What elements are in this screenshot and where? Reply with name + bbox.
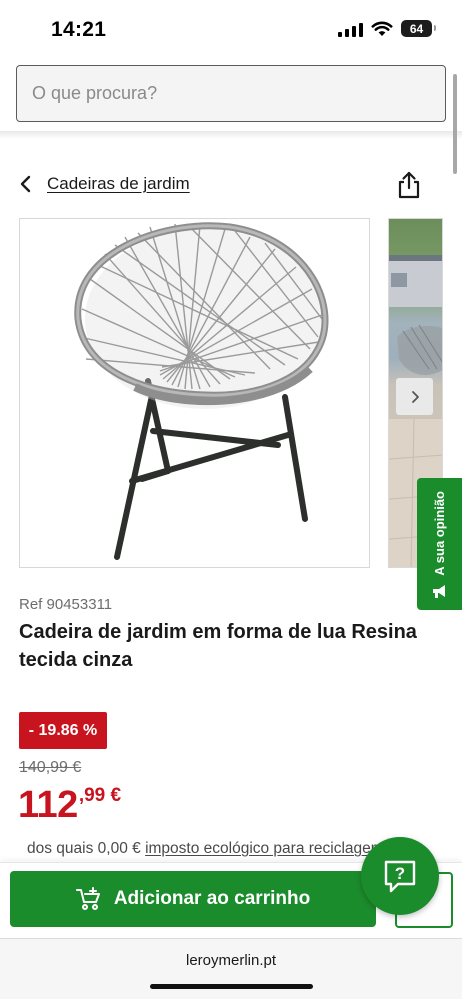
eco-tax-prefix: dos quais 0,00 € xyxy=(27,840,146,857)
discount-badge: - 19.86 % xyxy=(19,712,107,749)
product-ref: Ref 90453311 xyxy=(19,596,113,613)
help-button[interactable]: ? xyxy=(361,837,439,915)
signal-icon xyxy=(338,21,363,37)
search-input[interactable]: O que procura? xyxy=(16,65,446,122)
search-placeholder: O que procura? xyxy=(32,83,158,103)
question-chat-icon: ? xyxy=(384,860,416,893)
old-price: 140,99 € xyxy=(19,759,82,776)
url-display[interactable]: leroymerlin.pt xyxy=(0,952,462,969)
megaphone-icon xyxy=(432,585,445,598)
feedback-tab[interactable]: A sua opinião xyxy=(417,478,462,610)
home-indicator[interactable] xyxy=(150,984,313,989)
feedback-label: A sua opinião xyxy=(432,491,447,576)
gallery-next-button[interactable] xyxy=(396,378,433,415)
battery-icon: 64 xyxy=(401,20,436,37)
chevron-right-icon xyxy=(411,390,419,403)
share-icon[interactable] xyxy=(397,171,421,199)
breadcrumb-link[interactable]: Cadeiras de jardim xyxy=(47,174,190,194)
price: 112 ,99 € xyxy=(18,783,121,827)
chair-illustration xyxy=(74,222,329,560)
scrollbar[interactable] xyxy=(453,74,457,174)
status-icons: 64 xyxy=(338,20,436,37)
add-to-cart-label: Adicionar ao carrinho xyxy=(113,888,311,909)
header-divider xyxy=(0,131,462,139)
help-label: ? xyxy=(395,864,405,883)
status-time: 14:21 xyxy=(51,18,107,41)
product-image[interactable] xyxy=(19,218,370,568)
price-integer: 112 xyxy=(18,784,78,826)
breadcrumb[interactable]: Cadeiras de jardim xyxy=(19,170,190,198)
wifi-icon xyxy=(371,21,393,36)
product-title: Cadeira de jardim em forma de lua Resina… xyxy=(19,621,417,671)
add-to-cart-button[interactable]: Adicionar ao carrinho xyxy=(10,871,376,927)
battery-level: 64 xyxy=(409,21,424,36)
cart-add-icon xyxy=(75,887,100,910)
price-decimal: ,99 € xyxy=(78,785,122,806)
status-bar: 14:21 64 xyxy=(0,0,462,56)
chevron-left-icon[interactable] xyxy=(19,170,35,198)
